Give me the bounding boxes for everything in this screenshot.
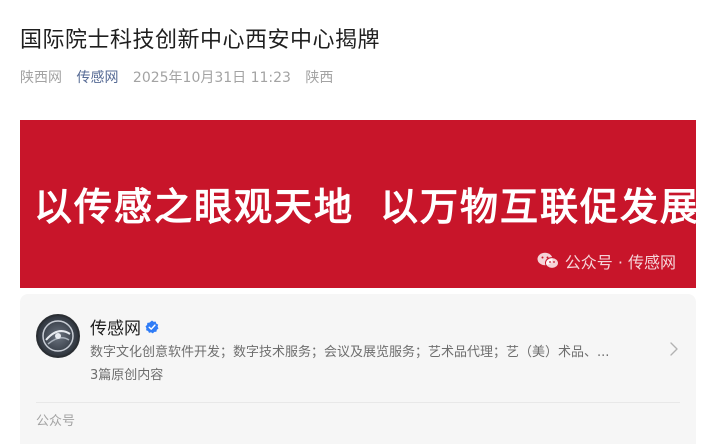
watermark-text: 公众号 · 传感网 [564,253,676,272]
article-author-link[interactable]: 传感网 [76,70,118,86]
verified-badge-icon [145,320,159,333]
account-name: 传感网 [90,319,141,339]
account-avatar [36,314,80,358]
article-title: 国际院士科技创新中心西安中心揭牌 [20,28,381,53]
article-banner-image: 以传感之眼观天地 以万物互联促发展 公众号 · 传感网 [20,120,696,288]
account-original-count: 3篇原创内容 [90,368,164,383]
article-location: 陕西 [305,70,334,86]
account-description: 数字文化创意软件开发；数字技术服务；会议及展览服务；艺术品代理；艺（美）术品、.… [90,345,610,360]
article-page: 国际院士科技创新中心西安中心揭牌 陕西网 传感网 2025年10月31日 11:… [0,0,716,444]
banner-watermark: 公众号 · 传感网 [537,249,676,273]
avatar-logo-icon [42,320,74,352]
article-datetime: 2025年10月31日 11:23 [132,70,291,86]
banner-slogan-right: 以万物互联促发展 [380,184,696,229]
account-name-row: 传感网 [90,314,159,339]
card-divider [36,402,680,403]
article-meta: 陕西网 传感网 2025年10月31日 11:23 陕西 [20,67,343,87]
card-footer-label: 公众号 [36,414,76,429]
wechat-icon [537,252,559,269]
account-card[interactable]: 传感网 数字文化创意软件开发；数字技术服务；会议及展览服务；艺术品代理；艺（美）… [20,294,696,444]
banner-slogan-left: 以传感之眼观天地 [34,184,355,229]
banner-slogan: 以传感之眼观天地 以万物互联促发展 [34,176,696,231]
article-source: 陕西网 [20,70,62,86]
chevron-right-icon[interactable] [670,342,678,356]
